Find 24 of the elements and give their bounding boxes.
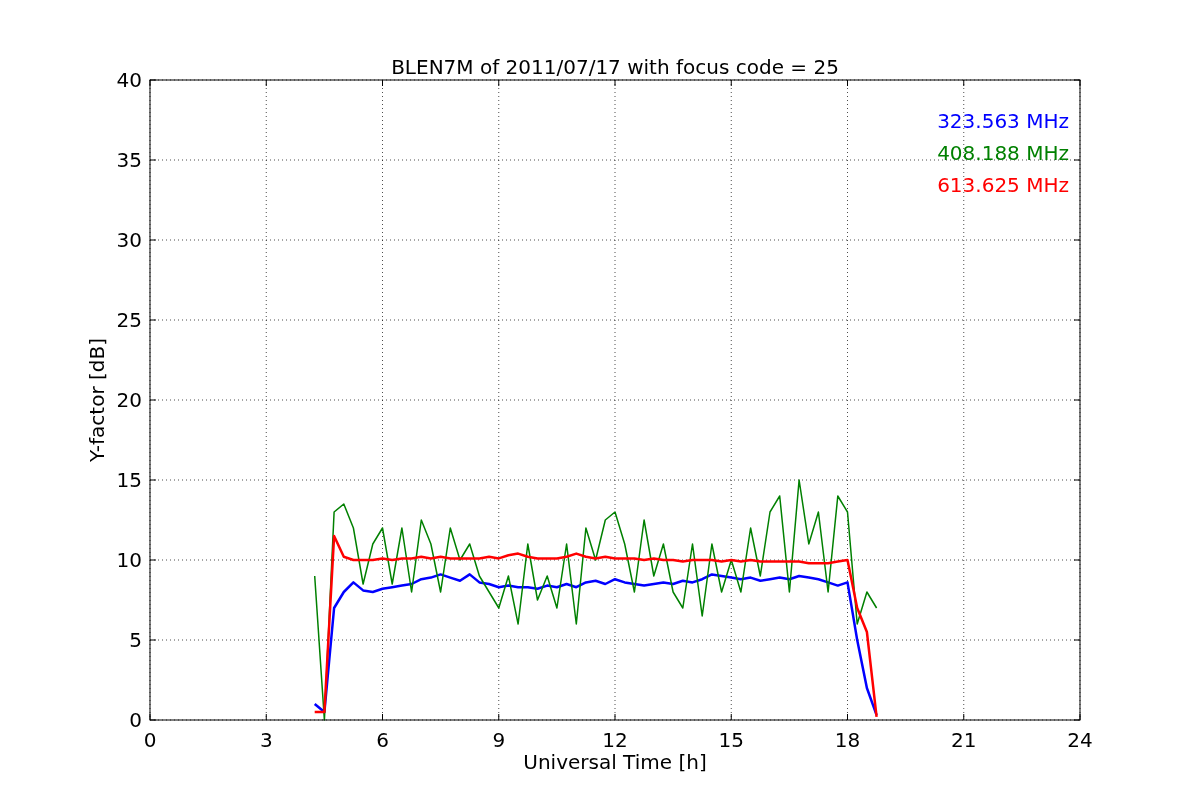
tick-label: 6 <box>376 728 389 752</box>
tick-label: 30 <box>116 228 142 252</box>
tick-label: 9 <box>492 728 506 752</box>
tick-label: 15 <box>718 728 744 752</box>
legend-label: 323.563 MHz <box>937 109 1069 133</box>
y-axis-label: Y-factor [dB] <box>85 338 109 462</box>
tick-label: 0 <box>143 728 157 752</box>
x-axis-label: Universal Time [h] <box>523 750 707 774</box>
tick-label: 15 <box>116 468 142 492</box>
tick-label: 0 <box>129 708 142 732</box>
legend-label: 408.188 MHz <box>937 141 1069 165</box>
tick-label: 3 <box>259 728 273 752</box>
tick-label: 25 <box>116 308 142 332</box>
tick-label: 35 <box>116 148 142 172</box>
chart-title: BLEN7M of 2011/07/17 with focus code = 25 <box>391 55 839 79</box>
tick-label: 5 <box>129 628 142 652</box>
tick-label: 21 <box>951 728 977 752</box>
tick-label: 20 <box>116 388 142 412</box>
tick-label: 24 <box>1067 728 1093 752</box>
tick-label: 40 <box>116 68 142 92</box>
tick-label: 18 <box>834 728 861 752</box>
tick-label: 12 <box>602 728 628 752</box>
legend-label: 613.625 MHz <box>937 173 1069 197</box>
tick-label: 10 <box>116 548 142 572</box>
